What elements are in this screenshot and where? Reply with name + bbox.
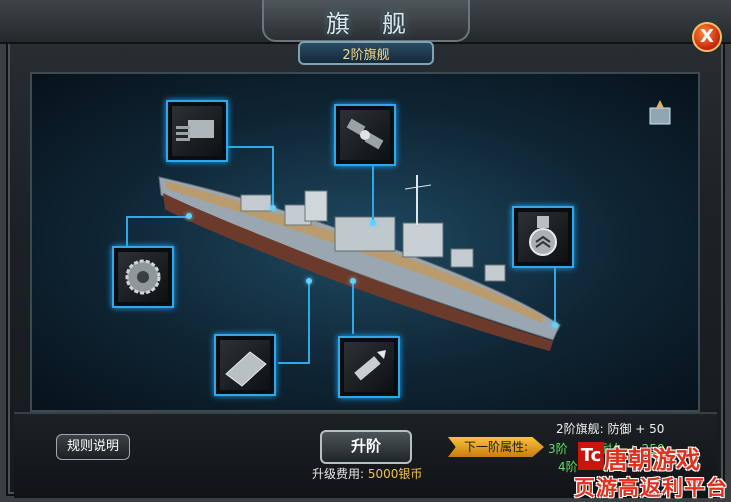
connector-line (554, 268, 556, 326)
watermark-line1: 唐朝游戏 (604, 446, 700, 474)
connector-line (228, 146, 274, 148)
connector-node (350, 278, 356, 284)
connector-line (372, 166, 374, 222)
satellite-icon (346, 118, 384, 150)
slot-engine[interactable] (112, 246, 174, 308)
connector-line (126, 216, 128, 246)
current-tier-stat: 2阶旗舰: 防御 + 50 (556, 422, 665, 436)
slot-main-gun[interactable] (166, 100, 228, 162)
slot-ammo[interactable] (338, 336, 400, 398)
connector-node (270, 205, 276, 211)
connector-node (552, 322, 558, 328)
upgrade-cost-value: 5000银币 (367, 467, 423, 481)
connector-line (308, 280, 310, 364)
upgrade-cost-label: 升级费用: (312, 467, 365, 481)
close-button[interactable]: X (692, 22, 722, 52)
window-title: 旗舰 (326, 10, 438, 38)
slot-armor[interactable] (214, 334, 276, 396)
slot-medal[interactable] (512, 206, 574, 268)
shell-icon (354, 350, 386, 381)
connector-line (278, 362, 308, 364)
upgrade-button[interactable]: 升阶 (320, 430, 412, 464)
watermark-line2: 页游高返利平台 (574, 476, 728, 500)
steel-plate-icon (225, 351, 267, 387)
connector-node (306, 278, 312, 284)
connector-node (370, 220, 376, 226)
next-tier-stat-a: 3阶 (548, 442, 568, 456)
gear-wheel-icon (125, 259, 161, 295)
rules-button[interactable]: 规则说明 (56, 434, 130, 460)
next-tier-tag: 下一阶属性: (448, 437, 544, 457)
wrench-icon[interactable] (646, 98, 674, 128)
watermark-logo: Tc (578, 442, 604, 470)
tier-tab-label: 2阶旗舰 (342, 48, 390, 63)
slot-radar[interactable] (334, 104, 396, 166)
connector-node (186, 213, 192, 219)
turret-icon (176, 120, 214, 141)
connector-line (126, 216, 188, 218)
upgrade-cost: 升级费用: 5000银币 (312, 465, 422, 482)
connector-line (272, 146, 274, 208)
medal-icon (529, 216, 557, 256)
connector-line (352, 280, 354, 334)
